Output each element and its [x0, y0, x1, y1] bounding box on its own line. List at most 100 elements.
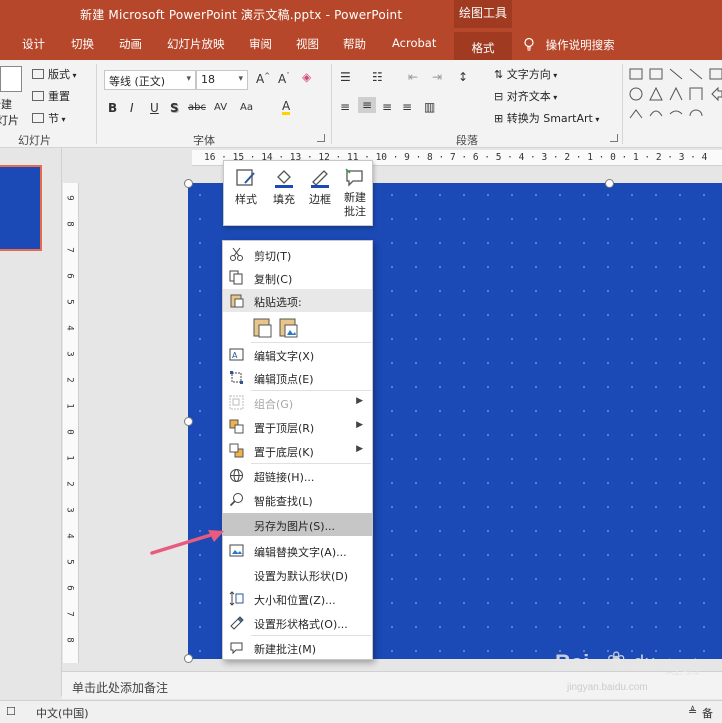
columns-icon[interactable]: ▥ [424, 100, 435, 114]
italic-button[interactable]: I [130, 101, 134, 115]
reset-button[interactable]: 重置 [32, 88, 70, 104]
font-name-select[interactable]: 等线 (正文) ▾ [104, 70, 196, 90]
new-slide-button[interactable]: 新建 幻灯片 [0, 64, 26, 127]
chevron-down-icon: ▾ [186, 74, 191, 84]
vertical-ruler: 9 8 7 6 5 4 3 2 1 0 1 2 3 4 5 6 7 8 [63, 183, 79, 663]
menu-item-edit-points[interactable]: 编辑顶点(E) [223, 366, 372, 389]
fill-button[interactable]: 填充 [266, 161, 302, 227]
menu-item-size-and-position[interactable]: 大小和位置(Z)... [223, 587, 372, 610]
section-button[interactable]: 节 ▾ [32, 110, 66, 126]
paste-keep-source-button[interactable] [253, 316, 273, 338]
line-spacing-icon[interactable]: ↕ [458, 70, 468, 84]
tell-me-search[interactable]: 操作说明搜索 [522, 37, 615, 53]
tab-animations[interactable]: 动画 [119, 36, 142, 52]
tab-help[interactable]: 帮助 [343, 36, 366, 52]
bullets-icon[interactable]: ☰ [340, 70, 351, 84]
ruler-tick-label: 5 [64, 559, 75, 565]
menu-item-smart-lookup[interactable]: 智能查找(L) [223, 488, 372, 511]
shrink-font-icon[interactable]: Aˇ [278, 72, 290, 86]
group-icon [229, 395, 244, 410]
alt-text-icon [229, 544, 244, 557]
numbering-icon[interactable]: ☷ [372, 70, 383, 84]
new-comment-icon [345, 168, 363, 187]
tab-acrobat[interactable]: Acrobat [392, 36, 436, 50]
resize-handle[interactable] [184, 417, 193, 426]
watermark-url: jingyan.baidu.com [567, 682, 648, 693]
smart-lookup-icon [229, 493, 243, 507]
increase-indent-icon[interactable]: ⇥ [432, 70, 442, 84]
style-button[interactable]: 样式 [228, 161, 264, 227]
tab-format[interactable]: 格式 [454, 32, 512, 60]
text-direction-button[interactable]: ⇅ 文字方向 ▾ [494, 66, 557, 82]
baidu-jingyan-watermark: Bai ❀ du 经验 jingyan.baidu.com [555, 648, 715, 698]
shapes-gallery-icon [629, 68, 722, 119]
menu-item-set-default-shape[interactable]: 设置为默认形状(D) [223, 563, 372, 586]
resize-handle[interactable] [184, 179, 193, 188]
menu-item-edit-alt-text[interactable]: 编辑替换文字(A)... [223, 539, 372, 562]
ruler-tick-label: 0 [64, 429, 75, 435]
clear-format-icon[interactable]: ◈ [302, 70, 311, 84]
ruler-tick-label: 3 [64, 351, 75, 357]
shadow-button[interactable]: S [170, 101, 179, 115]
change-case-button[interactable]: Aa [240, 102, 253, 113]
menu-item-bring-to-front[interactable]: 置于顶层(R) ▶ [223, 415, 372, 438]
slide-thumbnail[interactable] [0, 165, 42, 251]
align-right-icon[interactable]: ≡ [382, 100, 392, 114]
menu-item-send-to-back[interactable]: 置于底层(K) ▶ [223, 439, 372, 462]
align-text-icon: ⊟ [494, 90, 504, 103]
resize-handle[interactable] [605, 179, 614, 188]
notes-toggle-icon[interactable]: ≜ [688, 705, 697, 718]
menu-item-copy[interactable]: 复制(C) [223, 266, 372, 289]
paragraph-dialog-launcher-icon[interactable] [610, 134, 618, 142]
menu-item-save-as-picture[interactable]: 另存为图片(S)... [223, 513, 372, 536]
bring-front-icon [229, 419, 244, 434]
tab-view[interactable]: 视图 [296, 36, 319, 52]
resize-handle[interactable] [184, 654, 193, 663]
grow-font-icon[interactable]: A^ [256, 72, 270, 86]
menu-item-format-shape[interactable]: 设置形状格式(O)... [223, 611, 372, 634]
font-color-button[interactable]: A [282, 100, 291, 115]
menu-item-cut[interactable]: 剪切(T) [223, 243, 372, 266]
new-comment-button[interactable]: 新建 批注 [338, 161, 372, 227]
menu-item-group[interactable]: 组合(G) ▶ [223, 391, 372, 414]
font-dialog-launcher-icon[interactable] [317, 134, 325, 142]
menu-item-new-comment[interactable]: 新建批注(M) [223, 636, 372, 659]
tab-review[interactable]: 审阅 [249, 36, 272, 52]
chevron-right-icon: ▶ [356, 396, 363, 406]
char-spacing-button[interactable]: AV [214, 102, 227, 113]
font-size-select[interactable]: 18 ▾ [196, 70, 248, 90]
notes-placeholder: 单击此处添加备注 [72, 681, 169, 695]
tab-transitions[interactable]: 切换 [71, 36, 94, 52]
outline-button[interactable]: 边框 [302, 161, 338, 227]
bold-button[interactable]: B [108, 101, 117, 115]
justify-icon[interactable]: ≡ [402, 100, 412, 114]
align-left-icon[interactable]: ≡ [340, 100, 350, 114]
menu-item-edit-text[interactable]: A 编辑文字(X) [223, 343, 372, 366]
paste-picture-button[interactable] [279, 316, 299, 338]
paste-icon [230, 294, 244, 308]
smartart-button[interactable]: ⊞ 转换为 SmartArt ▾ [494, 110, 599, 126]
status-bar: ☐ 中文(中国) ≜ 备 [0, 700, 722, 723]
layout-icon [32, 69, 44, 79]
align-center-icon[interactable]: ≡ [358, 97, 377, 113]
align-text-button[interactable]: ⊟ 对齐文本 ▾ [494, 88, 557, 104]
shapes-gallery[interactable] [628, 66, 722, 128]
layout-button[interactable]: 版式 ▾ [32, 66, 77, 82]
decrease-indent-icon[interactable]: ⇤ [408, 70, 418, 84]
underline-button[interactable]: U [150, 101, 159, 115]
chevron-right-icon: ▶ [356, 420, 363, 430]
spellcheck-icon[interactable]: ☐ [6, 705, 16, 718]
edit-points-icon [230, 371, 243, 384]
strikethrough-button[interactable]: abc [188, 102, 206, 113]
language-indicator[interactable]: 中文(中国) [36, 705, 89, 721]
watermark-brand: Bai [555, 650, 590, 675]
notes-toggle[interactable]: 备 [702, 705, 713, 721]
menu-item-hyperlink[interactable]: 超链接(H)... [223, 464, 372, 487]
ruler-tick-label: 1 [64, 455, 75, 461]
tab-slideshow[interactable]: 幻灯片放映 [167, 36, 225, 52]
chevron-down-icon: ▾ [238, 74, 243, 84]
scissors-icon [230, 247, 243, 261]
tab-design[interactable]: 设计 [22, 36, 45, 52]
ruler-tick-label: 4 [64, 533, 75, 539]
ruler-tick-label: 6 [64, 273, 75, 279]
